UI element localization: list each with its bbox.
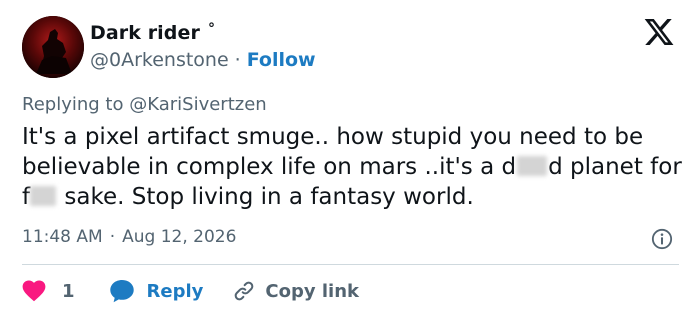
avatar[interactable] (22, 16, 84, 78)
x-logo-icon[interactable] (643, 16, 675, 48)
replying-to-prefix: Replying to (22, 94, 124, 115)
heart-icon (22, 280, 46, 302)
author-handle-row: @0Arkenstone · Follow (90, 49, 316, 71)
replying-to-mention[interactable]: @KariSivertzen (129, 94, 266, 115)
copy-link-label: Copy link (265, 280, 359, 302)
divider (22, 264, 679, 265)
reply-bubble-icon (109, 280, 134, 303)
avatar-image (22, 16, 84, 78)
tweet-timestamp[interactable]: 11:48 AM · Aug 12, 2026 (22, 227, 236, 247)
handle-separator: · (234, 49, 241, 71)
tweet-time[interactable]: 11:48 AM (22, 227, 103, 247)
author-badge: ° (207, 21, 215, 37)
reply-button[interactable]: Reply (109, 279, 204, 303)
copy-link-button[interactable]: Copy link (233, 280, 359, 302)
link-icon (235, 281, 254, 301)
like-count: 1 (62, 280, 75, 302)
tweet-text: It's a pixel artifact smuge.. how stupid… (22, 122, 687, 212)
replying-to-line: Replying to @KariSivertzen (22, 94, 267, 115)
censored-word-blur (30, 186, 57, 206)
censored-word-blur (517, 156, 548, 176)
action-bar: 1 Reply Copy link (22, 278, 359, 304)
reply-label: Reply (146, 280, 204, 302)
follow-button[interactable]: Follow (247, 49, 316, 71)
like-button[interactable]: 1 (22, 280, 75, 302)
tweet-text-part-3: sake. Stop living in a fantasy world. (57, 184, 474, 210)
author-name-row[interactable]: Dark rider ° (90, 21, 215, 44)
timestamp-separator: · (109, 227, 116, 247)
author-handle[interactable]: @0Arkenstone (90, 49, 229, 71)
author-display-name[interactable]: Dark rider (90, 22, 200, 44)
tweet-date[interactable]: Aug 12, 2026 (122, 227, 236, 247)
info-icon[interactable] (651, 228, 673, 250)
